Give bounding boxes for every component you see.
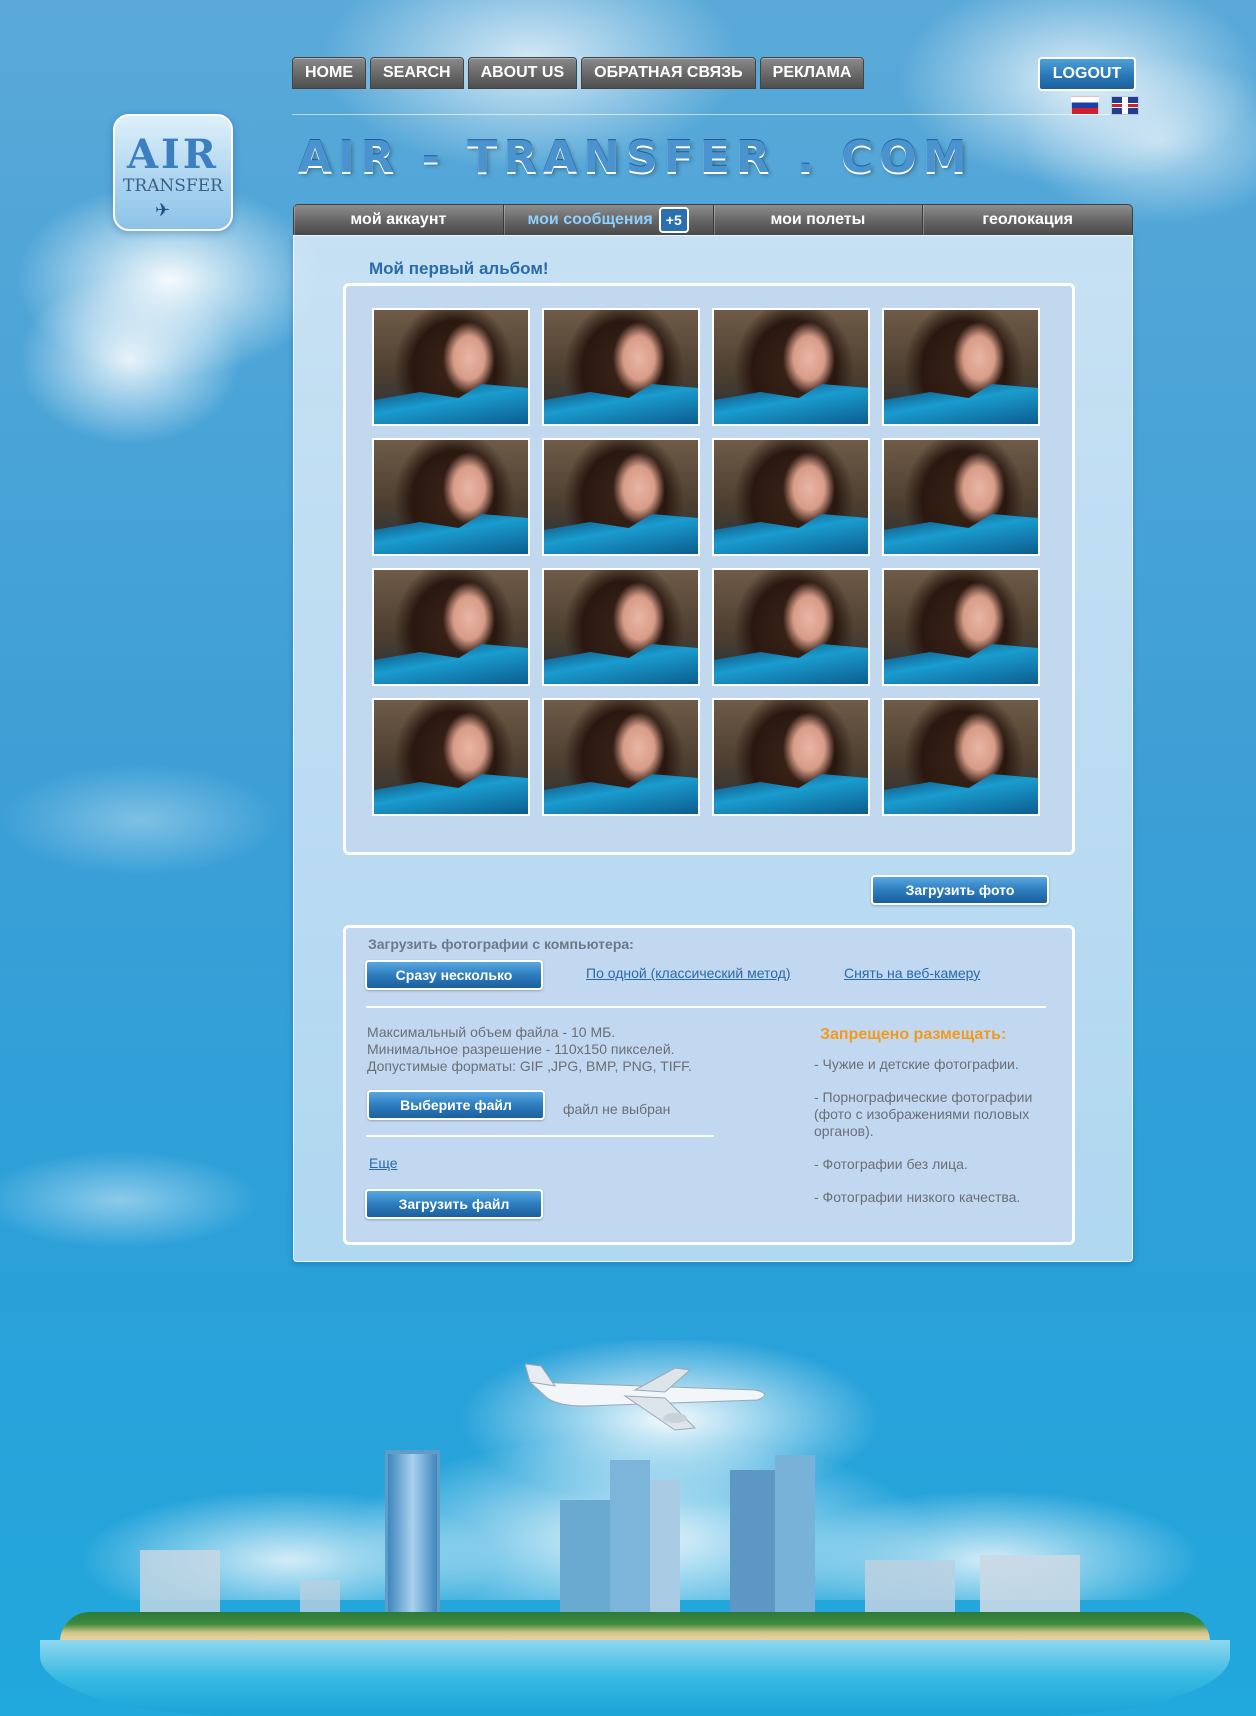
divider — [366, 1006, 1046, 1008]
album-photo-thumbnail[interactable] — [712, 308, 870, 426]
upload-heading: Загрузить фотографии с компьютера: — [368, 936, 634, 952]
album-photo-thumbnail[interactable] — [712, 438, 870, 556]
site-title: AIR - TRANSFER . COM — [298, 132, 973, 183]
nav-about-button[interactable]: ABOUT US — [467, 57, 578, 89]
main-tabs: мой аккаунт мои сообщения +5 мои полеты г… — [293, 204, 1133, 236]
airplane-icon: ✈ — [155, 200, 171, 220]
top-nav: HOME SEARCH ABOUT US ОБРАТНАЯ СВЯЗЬ РЕКЛ… — [292, 57, 865, 89]
upload-one-by-one-link[interactable]: По одной (классический метод) — [586, 965, 791, 981]
album-photo-thumbnail[interactable] — [542, 438, 700, 556]
album-photo-thumbnail[interactable] — [372, 438, 530, 556]
divider — [366, 1135, 714, 1137]
logo-text-transfer: TRANSFER — [123, 176, 223, 196]
forbidden-title: Запрещено размещать: — [820, 1026, 1007, 1043]
album-photo-thumbnail[interactable] — [882, 568, 1040, 686]
water-illustration — [40, 1640, 1230, 1716]
info-min-resolution: Минимальное разрешение - 110x150 пикселе… — [367, 1041, 675, 1057]
album-photo-thumbnail[interactable] — [542, 308, 700, 426]
nav-feedback-button[interactable]: ОБРАТНАЯ СВЯЗЬ — [581, 57, 756, 89]
tab-label: мои сообщения — [527, 211, 653, 228]
webcam-link[interactable]: Снять на веб-камеру — [844, 965, 980, 981]
logo-text-air: AIR — [127, 131, 219, 178]
album-photo-thumbnail[interactable] — [712, 568, 870, 686]
tab-label: геолокация — [982, 211, 1073, 228]
album-photo-thumbnail[interactable] — [542, 568, 700, 686]
album-photo-thumbnail[interactable] — [372, 568, 530, 686]
album-photo-thumbnail[interactable] — [712, 698, 870, 816]
flag-russia-icon[interactable] — [1071, 96, 1099, 115]
nav-search-button[interactable]: SEARCH — [370, 57, 464, 89]
album-photo-thumbnail[interactable] — [882, 698, 1040, 816]
forbidden-item: - Фотографии низкого качества. — [814, 1189, 1021, 1205]
upload-file-button[interactable]: Загрузить файл — [365, 1189, 543, 1219]
tab-my-account[interactable]: мой аккаунт — [294, 205, 504, 235]
upload-multiple-button[interactable]: Сразу несколько — [365, 960, 543, 990]
city-skyline-illustration — [140, 1450, 1080, 1622]
album-photo-thumbnail[interactable] — [882, 308, 1040, 426]
upload-info: Максимальный объем файла - 10 МБ. Минима… — [367, 1024, 692, 1075]
forbidden-item: - Порнографические фотографии (фото с из… — [814, 1089, 1033, 1139]
flag-uk-icon[interactable] — [1111, 96, 1139, 115]
header-divider — [292, 114, 1134, 115]
tab-my-messages[interactable]: мои сообщения +5 — [504, 205, 714, 235]
airplane-illustration — [525, 1363, 765, 1431]
album-photo-thumbnail[interactable] — [372, 698, 530, 816]
site-logo[interactable]: AIR TRANSFER ✈ — [113, 114, 233, 231]
forbidden-item: - Чужие и детские фотографии. — [814, 1056, 1019, 1072]
forbidden-item: - Фотографии без лица. — [814, 1156, 968, 1172]
album-photo-thumbnail[interactable] — [372, 308, 530, 426]
logout-button[interactable]: LOGOUT — [1038, 57, 1136, 91]
photo-gallery — [343, 283, 1075, 855]
info-formats: Допустимые форматы: GIF ,JPG, BMP, PNG, … — [367, 1058, 693, 1074]
forbidden-list: - Чужие и детские фотографии. - Порногра… — [814, 1056, 1044, 1222]
no-file-text: файл не выбран — [563, 1101, 671, 1117]
album-photo-thumbnail[interactable] — [542, 698, 700, 816]
tab-label: мои полеты — [770, 211, 866, 228]
info-max-size: Максимальный объем файла - 10 МБ. — [367, 1024, 616, 1040]
messages-count-badge: +5 — [658, 206, 689, 233]
tab-label: мой аккаунт — [350, 211, 447, 228]
language-switcher — [1071, 96, 1139, 115]
photo-grid — [372, 308, 1040, 816]
nav-ads-button[interactable]: РЕКЛАМА — [759, 57, 865, 89]
shoreline-illustration — [60, 1612, 1210, 1642]
upload-photo-button[interactable]: Загрузить фото — [871, 875, 1049, 905]
more-link[interactable]: Еще — [369, 1155, 398, 1171]
choose-file-button[interactable]: Выберите файл — [367, 1090, 545, 1120]
tab-geolocation[interactable]: геолокация — [923, 205, 1132, 235]
album-photo-thumbnail[interactable] — [882, 438, 1040, 556]
album-title: Мой первый альбом! — [369, 259, 549, 278]
nav-home-button[interactable]: HOME — [292, 57, 366, 89]
tab-my-flights[interactable]: мои полеты — [714, 205, 924, 235]
